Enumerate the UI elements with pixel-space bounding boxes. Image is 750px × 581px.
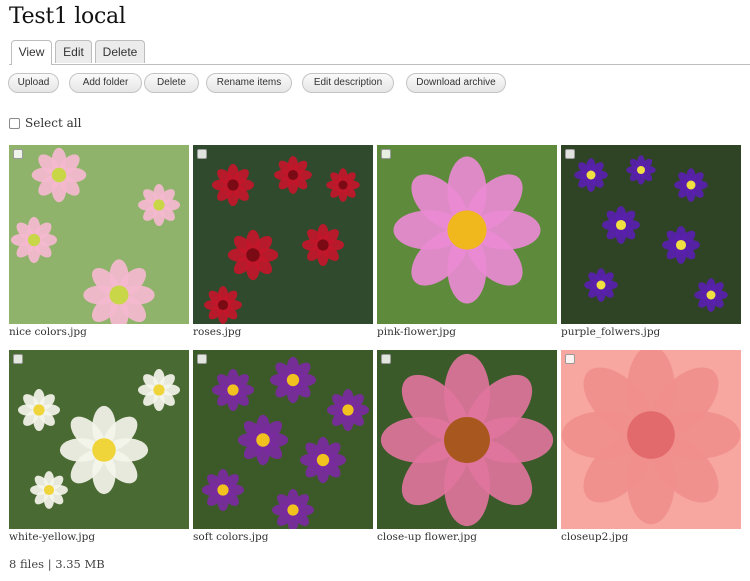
file-item[interactable]: pink-flower.jpg [377, 145, 557, 339]
flower-shape [138, 184, 180, 226]
flower-shape [674, 168, 708, 202]
file-name[interactable]: close-up flower.jpg [377, 530, 557, 544]
file-name[interactable]: pink-flower.jpg [377, 325, 557, 339]
flower-shape [30, 471, 68, 509]
file-checkbox[interactable] [565, 149, 575, 159]
file-name[interactable]: nice colors.jpg [9, 325, 189, 339]
flower-shape [227, 229, 279, 281]
file-checkbox[interactable] [197, 354, 207, 364]
flower-shape [302, 224, 344, 266]
file-thumbnail[interactable] [193, 145, 373, 324]
separator: | [47, 557, 52, 571]
file-name[interactable]: roses.jpg [193, 325, 373, 339]
add-folder-button[interactable]: Add folder [69, 73, 142, 93]
flower-shape [138, 369, 180, 411]
file-item[interactable]: purple_folwers.jpg [561, 145, 741, 339]
tab-view[interactable]: View [11, 40, 52, 65]
file-checkbox[interactable] [13, 354, 23, 364]
file-thumbnail[interactable] [193, 350, 373, 529]
file-checkbox[interactable] [13, 149, 23, 159]
file-checkbox[interactable] [197, 149, 207, 159]
flower-shape [694, 278, 728, 312]
tab-bar: View Edit Delete [9, 40, 750, 65]
file-item[interactable]: closeup2.jpg [561, 350, 741, 544]
flower-shape [204, 286, 242, 324]
total-size: 3.35 MB [55, 557, 105, 571]
flower-shape [212, 369, 254, 411]
file-name[interactable]: white-yellow.jpg [9, 530, 189, 544]
select-all-label: Select all [25, 116, 82, 130]
flower-shape [662, 226, 700, 264]
file-thumbnail[interactable] [377, 350, 557, 529]
delete-button[interactable]: Delete [144, 73, 199, 93]
flower-shape [237, 414, 289, 466]
flower-shape [602, 206, 640, 244]
flower-shape [212, 164, 254, 206]
file-count: 8 files [9, 557, 45, 571]
file-name[interactable]: closeup2.jpg [561, 530, 741, 544]
tab-edit[interactable]: Edit [55, 40, 92, 63]
flower-shape [393, 156, 541, 304]
flower-shape [269, 356, 317, 404]
folder-summary: 8 files | 3.35 MB [9, 557, 105, 571]
flower-shape [299, 436, 347, 484]
flower-shape [574, 158, 608, 192]
file-thumbnail[interactable] [9, 145, 189, 324]
file-name[interactable]: soft colors.jpg [193, 530, 373, 544]
file-checkbox[interactable] [565, 354, 575, 364]
file-item[interactable]: white-yellow.jpg [9, 350, 189, 544]
flower-shape [584, 268, 618, 302]
rename-items-button[interactable]: Rename items [206, 73, 292, 93]
tab-delete[interactable]: Delete [95, 40, 145, 63]
file-thumbnail[interactable] [377, 145, 557, 324]
select-all-checkbox[interactable] [9, 118, 20, 129]
upload-button[interactable]: Upload [8, 73, 59, 93]
flower-shape [202, 469, 244, 511]
file-item[interactable]: nice colors.jpg [9, 145, 189, 339]
edit-description-button[interactable]: Edit description [302, 73, 394, 93]
file-name[interactable]: purple_folwers.jpg [561, 325, 741, 339]
download-archive-button[interactable]: Download archive [406, 73, 506, 93]
flower-shape [327, 389, 369, 431]
file-item[interactable]: roses.jpg [193, 145, 373, 339]
file-thumbnail[interactable] [561, 350, 741, 529]
flower-shape [10, 216, 58, 264]
flower-shape [274, 156, 312, 194]
flower-shape [561, 350, 741, 525]
file-item[interactable]: close-up flower.jpg [377, 350, 557, 544]
file-checkbox[interactable] [381, 354, 391, 364]
file-checkbox[interactable] [381, 149, 391, 159]
flower-shape [18, 389, 60, 431]
flower-shape [59, 405, 149, 495]
flower-shape [31, 147, 87, 203]
file-item[interactable]: soft colors.jpg [193, 350, 373, 544]
page-title: Test1 local [9, 4, 126, 29]
file-thumbnail[interactable] [561, 145, 741, 324]
flower-shape [626, 155, 656, 185]
flower-shape [380, 353, 554, 527]
file-thumbnail[interactable] [9, 350, 189, 529]
flower-shape [326, 168, 360, 202]
